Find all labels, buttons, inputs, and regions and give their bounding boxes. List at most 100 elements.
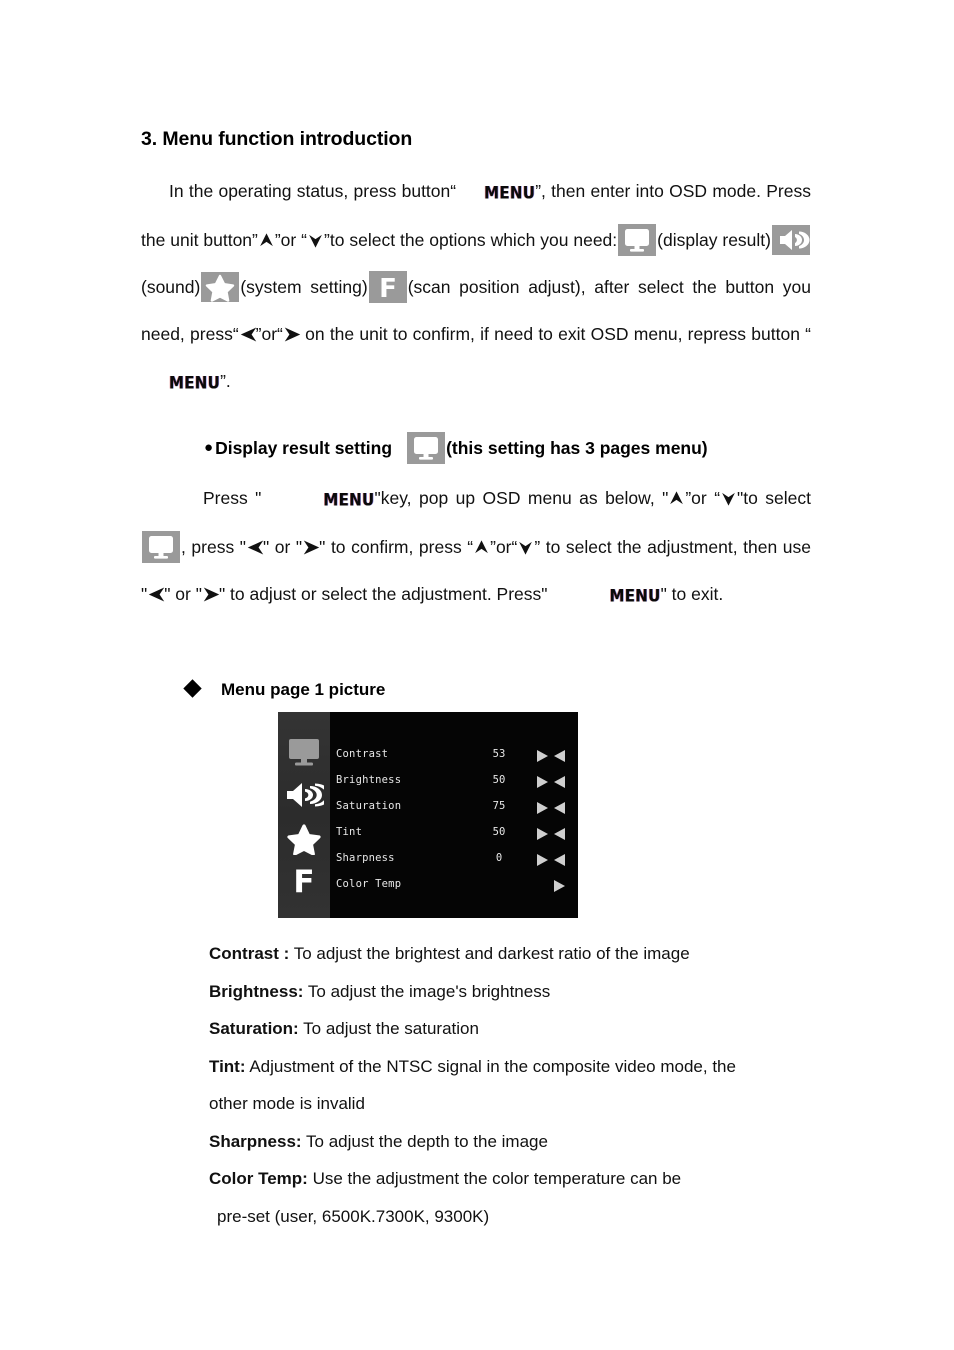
description-text: To adjust the saturation — [303, 1019, 479, 1038]
f-icon-chip: F — [368, 271, 407, 303]
osd-row-saturation[interactable]: Saturation 75 — [330, 800, 578, 826]
page-title: 3. Menu function introduction — [141, 128, 413, 150]
menu-page-caption: Menu page 1 picture — [183, 679, 386, 700]
bullet-heading-suffix: (this setting has 3 pages menu) — [446, 438, 708, 458]
description-term: Brightness: — [209, 981, 304, 1001]
osd-monitor-icon[interactable] — [286, 738, 322, 773]
arrow-right-icon-3 — [202, 586, 220, 603]
press-text-3: ”or “ — [685, 488, 721, 508]
osd-speaker-icon[interactable] — [284, 780, 331, 815]
press-text-1: Press " — [203, 488, 262, 508]
menu-page-caption-text: Menu page 1 picture — [221, 680, 386, 699]
press-text-11: " to adjust or select the adjustment. Pr… — [218, 584, 548, 604]
press-text-4: "to select — [737, 488, 812, 508]
bullet-heading-text: Display result setting — [215, 438, 393, 458]
description-continuation: other mode is invalid — [209, 1094, 365, 1113]
osd-rows-container: Contrast 53 Brightness 50 Saturation 75 — [330, 712, 578, 918]
menu-key-label-3: MENU — [323, 489, 375, 511]
diamond-bullet-icon — [183, 679, 202, 698]
svg-text:F: F — [293, 864, 314, 898]
osd-adjust-arrows[interactable] — [535, 853, 567, 867]
display-result-setting-heading: ● Display result setting (this setting has… — [204, 432, 708, 464]
description-term: Color Temp: — [209, 1169, 308, 1188]
settings-description-list: Contrast : To adjust the brightest and d… — [209, 935, 819, 1235]
osd-row-brightness[interactable]: Brightness 50 — [330, 774, 578, 800]
intro-text-7: (system setting) — [240, 277, 368, 297]
press-text-10: " or " — [164, 584, 202, 604]
svg-text:F: F — [379, 274, 397, 303]
intro-paragraph: In the operating status, press button“ ME… — [141, 168, 811, 407]
description-text: To adjust the depth to the image — [306, 1131, 548, 1151]
intro-text-5: (display result) — [657, 230, 771, 250]
description-item-color-temp: Color Temp: Use the adjustment the color… — [209, 1160, 819, 1235]
intro-text-10: on the unit to confirm, if need to exit … — [299, 324, 811, 344]
osd-adjust-arrows[interactable] — [535, 827, 567, 841]
osd-value: 50 — [492, 826, 506, 838]
description-item-contrast: Contrast : To adjust the brightest and d… — [209, 935, 819, 973]
arrow-down-icon-2 — [720, 490, 737, 507]
arrow-right-icon-2 — [302, 539, 320, 556]
monitor-icon-chip-1 — [618, 224, 657, 256]
press-text-5: , press " — [181, 537, 247, 557]
description-term: Tint: — [209, 1056, 246, 1076]
osd-label: Brightness — [336, 774, 402, 786]
description-item-sharpness: Sharpness: To adjust the depth to the im… — [209, 1123, 819, 1161]
arrow-up-icon-3 — [473, 539, 490, 556]
arrow-down-icon — [307, 232, 324, 249]
osd-adjust-arrows[interactable] — [535, 775, 567, 789]
arrow-up-icon-2 — [668, 490, 685, 507]
intro-text-11: ”. — [220, 371, 231, 391]
osd-row-contrast[interactable]: Contrast 53 — [330, 748, 578, 774]
press-text-6: " or " — [263, 537, 303, 557]
description-item-brightness: Brightness: To adjust the image's bright… — [209, 973, 819, 1011]
osd-submenu-arrow[interactable] — [535, 879, 567, 893]
bullet-icon: ● — [204, 439, 214, 456]
intro-text-6: (sound) — [141, 277, 201, 297]
osd-value: 0 — [495, 852, 503, 864]
intro-text-3: ”or “ — [274, 230, 307, 250]
osd-label: Contrast — [336, 748, 389, 760]
menu-key-label-1: MENU — [484, 182, 536, 204]
osd-adjust-arrows[interactable] — [535, 801, 567, 815]
description-text: Adjustment of the NTSC signal in the com… — [249, 1056, 736, 1076]
press-text-8: ”or“ — [490, 537, 518, 557]
intro-text-9: ”or“ — [255, 324, 283, 344]
osd-row-sharpness[interactable]: Sharpness 0 — [330, 852, 578, 878]
osd-sidebar: F — [278, 712, 331, 918]
arrow-left-icon-3 — [147, 586, 165, 603]
press-text-7: " to confirm, press “ — [319, 537, 474, 557]
description-continuation: pre-set (user, 6500K.7300K, 9300K) — [217, 1206, 490, 1226]
osd-f-icon[interactable]: F — [287, 864, 321, 903]
press-text-12: " to exit. — [660, 584, 724, 604]
arrow-left-icon-2 — [246, 539, 264, 556]
description-text: To adjust the image's brightness — [307, 981, 551, 1001]
description-term: Contrast : — [209, 944, 290, 963]
intro-text-4: ”to select the options which you need: — [324, 230, 618, 250]
description-term: Saturation: — [209, 1019, 299, 1038]
monitor-icon-chip-3 — [142, 531, 180, 563]
osd-value: 50 — [492, 774, 506, 786]
monitor-icon-chip-2 — [407, 432, 446, 464]
description-item-tint: Tint: Adjustment of the NTSC signal in t… — [209, 1048, 819, 1123]
document-page: 3. Menu function introduction In the ope… — [0, 0, 954, 1350]
osd-label: Tint — [336, 826, 363, 838]
arrow-up-icon — [258, 232, 275, 249]
arrow-left-icon-1 — [239, 326, 256, 343]
press-menu-paragraph: Press " MENU"key, pop up OSD menu as belo… — [141, 475, 811, 620]
description-item-saturation: Saturation: To adjust the saturation — [209, 1010, 819, 1048]
osd-value: 75 — [492, 800, 506, 812]
osd-row-tint[interactable]: Tint 50 — [330, 826, 578, 852]
speaker-icon-chip — [772, 225, 810, 255]
osd-star-icon[interactable] — [286, 823, 322, 860]
description-text: Use the adjustment the color temperature… — [312, 1169, 682, 1188]
osd-adjust-arrows[interactable] — [535, 749, 567, 763]
arrow-right-icon-1 — [283, 326, 301, 343]
star-icon-chip — [201, 272, 240, 302]
osd-row-color-temp[interactable]: Color Temp — [330, 878, 578, 904]
osd-label: Saturation — [336, 800, 402, 812]
description-text: To adjust the brightest and darkest rati… — [293, 944, 690, 963]
intro-text-1: In the operating status, press button — [169, 181, 451, 201]
menu-key-label-2: MENU — [169, 372, 221, 394]
menu-key-label-4: MENU — [609, 585, 661, 607]
press-text-2: "key, pop up OSD menu as below, " — [374, 488, 669, 508]
